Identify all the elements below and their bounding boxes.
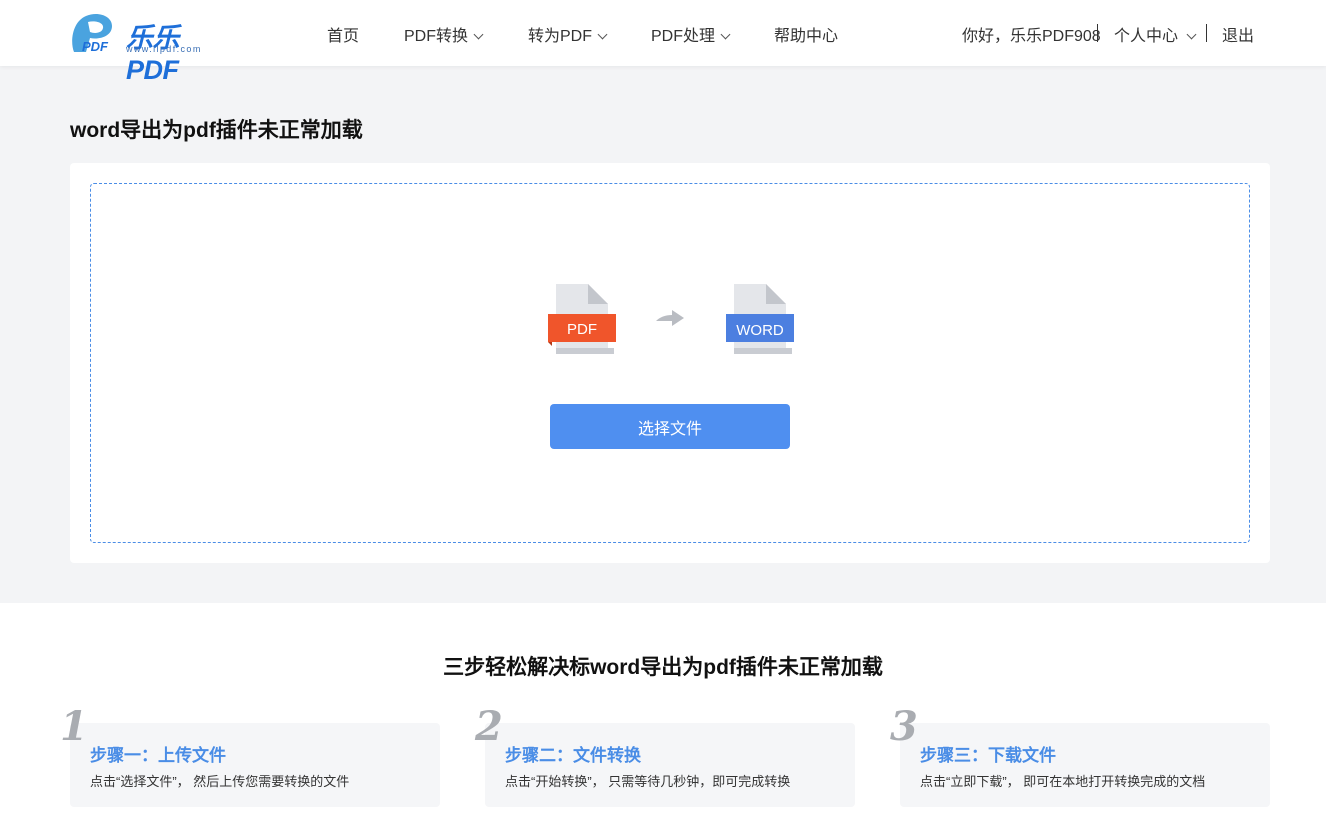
logo-url: www.llpdf.com [126, 44, 202, 54]
step-description: 点击“立即下载”， 即可在本地打开转换完成的文档 [920, 774, 1206, 789]
step-number: 1 [60, 703, 88, 750]
divider [1097, 24, 1098, 42]
nav-home-label: 首页 [327, 28, 360, 45]
site-logo[interactable]: PDF 乐乐PDF www.llpdf.com [68, 12, 230, 85]
arrow-right-icon [656, 310, 684, 326]
word-label: WORD [736, 322, 784, 339]
user-center-menu[interactable]: 个人中心 [1114, 22, 1197, 46]
steps-section: 三步轻松解决标word导出为pdf插件未正常加载 1 步骤一：上传文件 点击“选… [0, 603, 1326, 833]
select-file-button[interactable]: 选择文件 [550, 404, 790, 449]
nav-to-pdf[interactable]: 转为PDF [528, 22, 608, 46]
user-greeting: 你好，乐乐PDF908 [962, 28, 1101, 45]
chevron-down-icon [473, 29, 484, 40]
user-center-label: 个人中心 [1114, 28, 1179, 45]
nav-pdf-process-label: PDF处理 [651, 28, 716, 45]
chevron-down-icon [597, 29, 608, 40]
step-title: 步骤一：上传文件 [90, 746, 226, 765]
chevron-down-icon [720, 29, 731, 40]
top-navbar: PDF 乐乐PDF www.llpdf.com 首页 PDF转换 转为PDF P… [0, 0, 1326, 85]
upload-card: PDF WORD 选择文件 [70, 163, 1270, 563]
nav-pdf-convert-label: PDF转换 [404, 28, 469, 45]
nav-pdf-process[interactable]: PDF处理 [651, 22, 731, 46]
pdf-label: PDF [567, 321, 597, 338]
logo-mark-icon: PDF [72, 14, 112, 54]
step-card: 3 步骤三：下载文件 点击“立即下载”， 即可在本地打开转换完成的文档 [890, 703, 1270, 807]
page-title: word导出为pdf插件未正常加载 [70, 119, 363, 142]
nav-pdf-convert[interactable]: PDF转换 [404, 22, 484, 46]
logout-link[interactable]: 退出 [1222, 22, 1254, 46]
step-title: 步骤二：文件转换 [505, 746, 641, 765]
step-description: 点击“开始转换”， 只需等待几秒钟，即可完成转换 [505, 774, 791, 789]
nav-help-label: 帮助中心 [774, 28, 839, 45]
step-number: 3 [890, 703, 918, 750]
step-card: 1 步骤一：上传文件 点击“选择文件”， 然后上传您需要转换的文件 [60, 703, 440, 807]
steps-title: 三步轻松解决标word导出为pdf插件未正常加载 [443, 656, 883, 679]
step-title: 步骤三：下载文件 [920, 746, 1056, 765]
word-file-icon: WORD [726, 284, 794, 354]
step-card: 2 步骤二：文件转换 点击“开始转换”， 只需等待几秒钟，即可完成转换 [475, 703, 855, 807]
file-dropzone[interactable]: PDF WORD 选择文件 [90, 183, 1250, 543]
nav-help[interactable]: 帮助中心 [774, 22, 838, 46]
chevron-down-icon [1186, 29, 1197, 40]
nav-to-pdf-label: 转为PDF [528, 28, 593, 45]
step-description: 点击“选择文件”， 然后上传您需要转换的文件 [90, 774, 350, 789]
nav-home[interactable]: 首页 [327, 22, 359, 46]
pdf-file-icon: PDF [548, 284, 616, 354]
divider [1206, 24, 1207, 42]
step-number: 2 [475, 703, 503, 750]
svg-text:PDF: PDF [82, 39, 109, 54]
